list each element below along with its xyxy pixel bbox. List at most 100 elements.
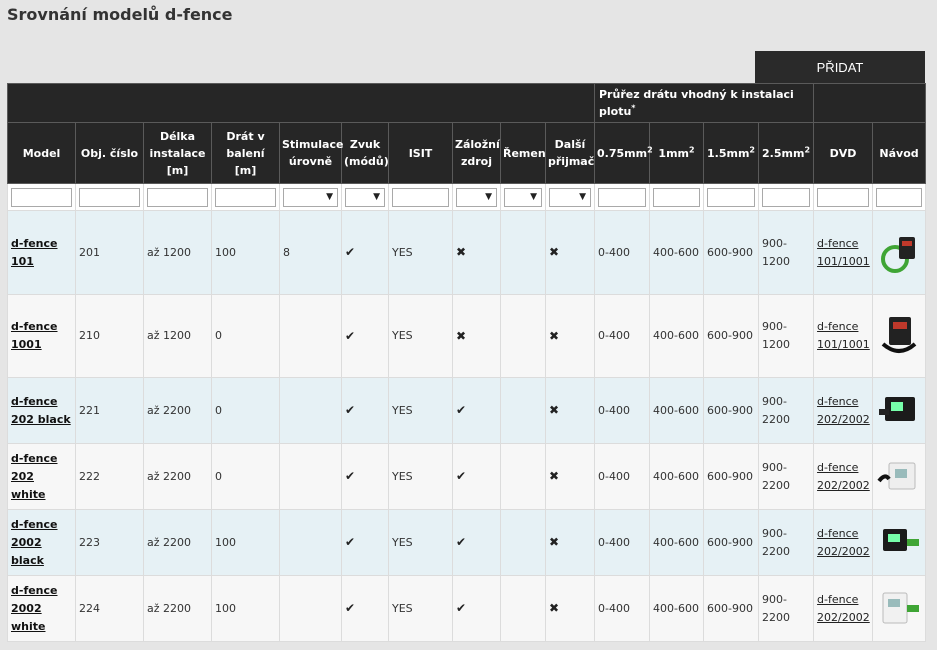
filter-zvuk-select[interactable] [345, 187, 385, 207]
dvd-link[interactable]: d-fence 101/1001 [817, 320, 870, 351]
cell-075: 0-400 [594, 443, 650, 510]
cross-icon: ✖ [549, 469, 560, 483]
check-icon: ✔ [345, 535, 356, 549]
cell-25: 900- 2200 [757, 509, 815, 576]
cell-075: 0-400 [594, 294, 650, 378]
cell-zaloz: ✖ [452, 294, 501, 378]
col-header-navod[interactable]: Návod [872, 122, 927, 184]
col-header-075[interactable]: 0.75mm2 [594, 122, 653, 184]
cell-navod [872, 377, 927, 444]
cell-zvuk: ✔ [341, 377, 389, 444]
cell-zaloz: ✔ [452, 509, 501, 576]
col-header-25[interactable]: 2.5mm2 [757, 122, 815, 184]
cell-model: d-fence 2002 black [7, 509, 76, 576]
cell-zvuk: ✔ [341, 294, 389, 378]
cell-zvuk: ✔ [341, 509, 389, 576]
cell-075: 0-400 [594, 210, 650, 295]
filter-dalsi-select[interactable] [549, 187, 591, 207]
cell-dalsi: ✖ [545, 575, 595, 642]
filter-25-input[interactable] [762, 187, 811, 207]
filter-15-input[interactable] [707, 187, 755, 207]
col-header-remen[interactable]: Řemen [500, 122, 546, 184]
cell-stim [279, 443, 342, 510]
model-link[interactable]: d-fence 2002 white [11, 584, 58, 633]
blank-header-right [813, 83, 927, 123]
model-link[interactable]: d-fence 2002 black [11, 518, 58, 567]
check-icon: ✔ [345, 601, 356, 615]
dvd-link[interactable]: d-fence 202/2002 [817, 461, 870, 492]
filter-isit-input[interactable] [392, 187, 449, 207]
col-header-zvuk[interactable]: Zvuk (módů) [341, 122, 389, 184]
col-header-drat[interactable]: Drát v balení [m] [211, 122, 280, 184]
dvd-link[interactable]: d-fence 101/1001 [817, 237, 870, 268]
cross-icon: ✖ [549, 601, 560, 615]
filter-zaloz-select[interactable] [456, 187, 497, 207]
col-header-15[interactable]: 1.5mm2 [703, 122, 759, 184]
dvd-link[interactable]: d-fence 202/2002 [817, 527, 870, 558]
cell-15: 600-900 [703, 210, 759, 295]
col-header-stim[interactable]: Stimulace úrovně [279, 122, 343, 184]
cell-model: d-fence 202 white [7, 443, 76, 510]
filter-075-input[interactable] [598, 187, 646, 207]
col-header-zaloz[interactable]: Záložní zdroj [452, 122, 501, 184]
cell-drat: 100 [211, 509, 280, 576]
table-row: d-fence 202 white 222 až 2200 0 ✔ YES ✔ ✖… [7, 443, 927, 510]
col-header-dalsi[interactable]: Další přijmač [545, 122, 595, 184]
cell-zaloz: ✔ [452, 443, 501, 510]
product-thumbnail[interactable] [876, 231, 922, 275]
cell-remen [500, 210, 546, 295]
cell-1: 400-600 [649, 294, 704, 378]
filter-1-input[interactable] [653, 187, 700, 207]
comparison-table: Průřez drátu vhodný k instalaci plotu* M… [7, 83, 927, 642]
product-thumbnail[interactable] [876, 455, 922, 499]
cell-navod [872, 443, 927, 510]
filter-stim-select[interactable] [283, 187, 338, 207]
cell-075: 0-400 [594, 575, 650, 642]
cell-15: 600-900 [703, 294, 759, 378]
model-link[interactable]: d-fence 101 [11, 237, 58, 268]
filter-dvd-input[interactable] [817, 187, 870, 207]
cell-1: 400-600 [649, 377, 704, 444]
cell-stim [279, 575, 342, 642]
cross-icon: ✖ [456, 245, 467, 259]
filter-drat-input[interactable] [215, 187, 276, 207]
col-header-model[interactable]: Model [7, 122, 76, 184]
filter-model-input[interactable] [11, 187, 72, 207]
cell-model: d-fence 2002 white [7, 575, 76, 642]
table-row: d-fence 1001 210 až 1200 0 ✔ YES ✖ ✖ 0-40… [7, 294, 927, 378]
col-header-isit[interactable]: ISIT [388, 122, 453, 184]
col-header-delka[interactable]: Délka instalace [m] [143, 122, 212, 184]
product-thumbnail[interactable] [876, 314, 922, 358]
product-thumbnail[interactable] [876, 587, 922, 631]
filter-obj-input[interactable] [79, 187, 140, 207]
col-header-dvd[interactable]: DVD [813, 122, 874, 184]
cell-zaloz: ✖ [452, 210, 501, 295]
cell-isit: YES [388, 575, 453, 642]
col-header-1[interactable]: 1mm2 [649, 122, 704, 184]
dvd-link[interactable]: d-fence 202/2002 [817, 395, 870, 426]
product-thumbnail[interactable] [876, 521, 922, 565]
check-icon: ✔ [345, 403, 356, 417]
product-thumbnail[interactable] [876, 389, 922, 433]
cell-25: 900- 2200 [757, 443, 815, 510]
filter-navod-input[interactable] [876, 187, 923, 207]
model-link[interactable]: d-fence 1001 [11, 320, 58, 351]
cell-dvd: d-fence 202/2002 [813, 443, 874, 510]
cell-1: 400-600 [649, 210, 704, 295]
check-icon: ✔ [456, 601, 467, 615]
add-button[interactable]: PŘIDAT [755, 51, 925, 83]
model-link[interactable]: d-fence 202 white [11, 452, 58, 501]
cell-25: 900- 1200 [757, 294, 815, 378]
model-link[interactable]: d-fence 202 black [11, 395, 71, 426]
check-icon: ✔ [345, 245, 356, 259]
cell-1: 400-600 [649, 575, 704, 642]
col-header-obj[interactable]: Obj. číslo [75, 122, 144, 184]
filter-remen-select[interactable] [504, 187, 542, 207]
cell-25: 900- 1200 [757, 210, 815, 295]
filter-delka-input[interactable] [147, 187, 208, 207]
cell-dalsi: ✖ [545, 294, 595, 378]
cell-remen [500, 509, 546, 576]
check-icon: ✔ [456, 469, 467, 483]
dvd-link[interactable]: d-fence 202/2002 [817, 593, 870, 624]
check-icon: ✔ [456, 403, 467, 417]
